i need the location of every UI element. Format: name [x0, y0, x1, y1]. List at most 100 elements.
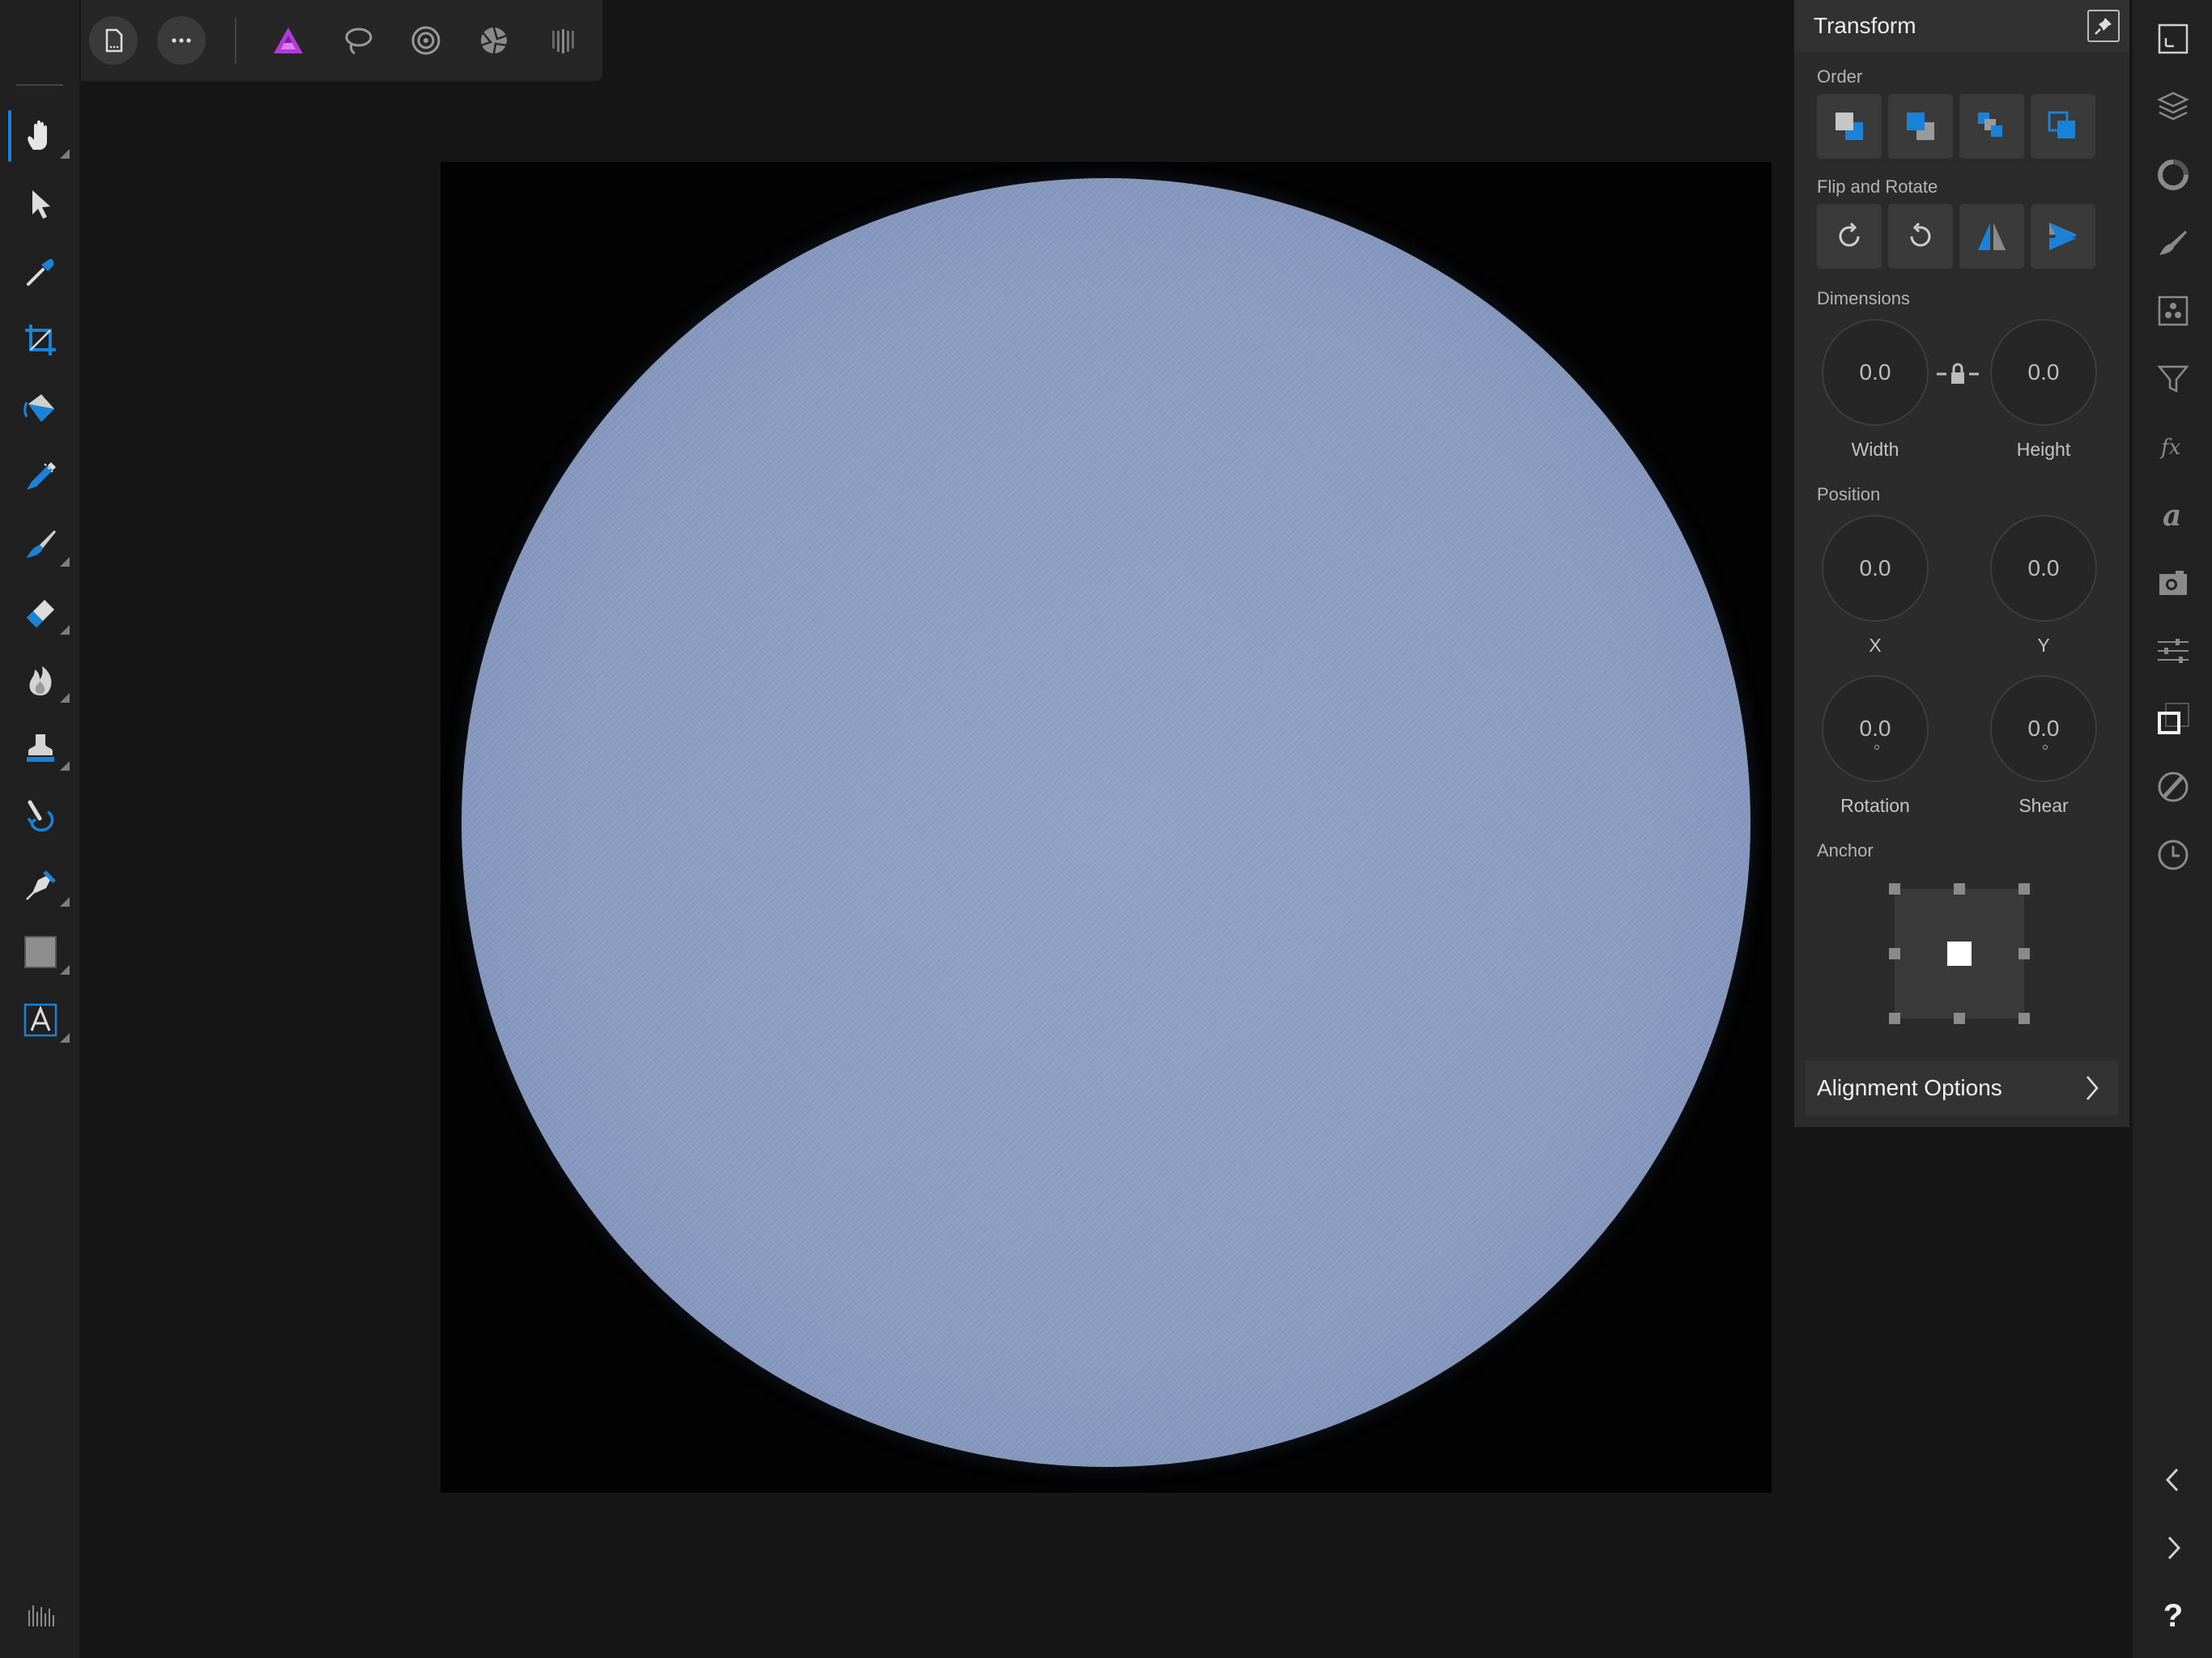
adjustments-icon[interactable]: [2133, 141, 2212, 209]
flip-rotate-label: Flip and Rotate: [1817, 176, 1938, 197]
clone-stamp-icon[interactable]: [0, 714, 81, 782]
flyout-indicator: [60, 557, 70, 567]
hand-tool-icon[interactable]: [0, 102, 81, 170]
transform-panel-icon[interactable]: [2133, 5, 2212, 73]
anchor-top-right[interactable]: [2018, 883, 2030, 895]
tone-mapping-persona-icon[interactable]: [538, 16, 586, 65]
flood-fill-icon[interactable]: [0, 374, 81, 442]
flip-horizontal-icon[interactable]: [1959, 204, 2024, 269]
move-back-one-button[interactable]: [1888, 94, 1953, 159]
text-icon[interactable]: [0, 986, 81, 1054]
move-to-back-button[interactable]: [1817, 94, 1882, 159]
flyout-indicator: [60, 761, 70, 771]
flyout-indicator: [60, 965, 70, 975]
flip-vertical-icon[interactable]: [2031, 204, 2095, 269]
width-dial[interactable]: 0.0: [1822, 319, 1929, 426]
toolbar-divider: [235, 18, 236, 63]
move-forward-one-button[interactable]: [1959, 94, 2024, 159]
sun-image: [462, 178, 1750, 1467]
rectangle-icon[interactable]: [0, 918, 81, 986]
rotation-value: 0.0: [1859, 716, 1891, 741]
paint-brush-icon[interactable]: [0, 510, 81, 578]
panel-title: Transform: [1814, 13, 1916, 38]
flyout-indicator: [60, 1033, 70, 1043]
height-label: Height: [2016, 439, 2071, 460]
liquify-persona-icon[interactable]: [402, 16, 450, 65]
chevron-right-icon: [2087, 1076, 2099, 1100]
transform-panel: Transform Order Flip and Rotate Dimensio…: [1794, 0, 2129, 1127]
blemish-removal-icon[interactable]: [0, 782, 81, 850]
anchor-top-center[interactable]: [1954, 883, 1965, 895]
channels-icon[interactable]: [2133, 277, 2212, 345]
anchor-top-left[interactable]: [1889, 883, 1900, 895]
expand-right-icon[interactable]: [2133, 1514, 2212, 1582]
pen-icon[interactable]: [0, 850, 81, 918]
tools-toolbar: [0, 0, 81, 1658]
sliders-icon[interactable]: [2133, 617, 2212, 685]
flyout-indicator: [60, 149, 70, 159]
anchor-bottom-left[interactable]: [1889, 1013, 1900, 1024]
anchor-selector[interactable]: [1889, 883, 2030, 1024]
anchor-bottom-center[interactable]: [1954, 1013, 1965, 1024]
alignment-options-label: Alignment Options: [1817, 1075, 2002, 1100]
rotate-left-icon[interactable]: [1817, 204, 1882, 269]
develop-persona-icon[interactable]: [470, 16, 518, 65]
selection-persona-icon[interactable]: [334, 16, 382, 65]
degree-mark: [1874, 745, 1879, 750]
x-dial[interactable]: 0.0: [1822, 515, 1929, 622]
snapshots-icon[interactable]: [2133, 549, 2212, 617]
histogram-icon[interactable]: [0, 1582, 81, 1650]
history-icon[interactable]: [2133, 821, 2212, 889]
anchor-middle-left[interactable]: [1889, 948, 1900, 959]
selection-brush-icon[interactable]: [0, 442, 81, 510]
degree-mark: [2043, 745, 2048, 750]
anchor-middle-right[interactable]: [2018, 948, 2030, 959]
erase-brush-icon[interactable]: [0, 578, 81, 646]
top-toolbar: [0, 0, 602, 81]
burn-icon[interactable]: [0, 646, 81, 714]
x-value: 0.0: [1859, 555, 1891, 580]
rotation-label: Rotation: [1840, 795, 1910, 816]
document-icon[interactable]: [89, 16, 138, 65]
document-canvas[interactable]: [440, 162, 1772, 1493]
more-icon[interactable]: [157, 16, 206, 65]
studio-bar: fx a ?: [2131, 0, 2212, 1658]
position-label: Position: [1817, 484, 1881, 504]
rotate-right-icon[interactable]: [1888, 204, 1953, 269]
width-label: Width: [1851, 439, 1899, 460]
svg-text:a: a: [2163, 499, 2181, 533]
x-label: X: [1869, 635, 1882, 656]
photo-persona-icon[interactable]: [264, 16, 313, 65]
y-label: Y: [2037, 635, 2050, 656]
filters-icon[interactable]: [2133, 345, 2212, 413]
collapse-left-icon[interactable]: [2133, 1446, 2212, 1514]
move-to-front-button[interactable]: [2031, 94, 2095, 159]
flyout-indicator: [60, 693, 70, 703]
navigator-icon[interactable]: [2133, 685, 2212, 753]
tools-divider: [16, 84, 63, 86]
rotation-dial[interactable]: 0.0: [1822, 675, 1929, 782]
crop-icon[interactable]: [0, 306, 81, 374]
anchor-center[interactable]: [1947, 942, 1972, 966]
move-tool-icon[interactable]: [0, 170, 81, 238]
color-picker-icon[interactable]: [0, 238, 81, 306]
y-dial[interactable]: 0.0: [1990, 515, 2097, 622]
pin-icon[interactable]: [2087, 10, 2120, 42]
block-icon[interactable]: [2133, 753, 2212, 821]
width-value: 0.0: [1859, 359, 1891, 385]
order-label: Order: [1817, 66, 1863, 87]
shear-dial[interactable]: 0.0: [1990, 675, 2097, 782]
anchor-label: Anchor: [1817, 840, 1874, 861]
aspect-lock-icon[interactable]: [1935, 359, 1980, 389]
shear-label: Shear: [2018, 795, 2069, 816]
alignment-options-button[interactable]: Alignment Options: [1806, 1061, 2118, 1116]
height-dial[interactable]: 0.0: [1990, 319, 2097, 426]
effects-icon[interactable]: fx: [2133, 413, 2212, 481]
anchor-bottom-right[interactable]: [2018, 1013, 2030, 1024]
flyout-indicator: [60, 897, 70, 907]
text-styles-icon[interactable]: a: [2133, 481, 2212, 549]
layers-icon[interactable]: [2133, 73, 2212, 141]
brushes-icon[interactable]: [2133, 209, 2212, 277]
help-icon[interactable]: ?: [2133, 1582, 2212, 1650]
flip-rotate-buttons: [1817, 204, 2095, 269]
